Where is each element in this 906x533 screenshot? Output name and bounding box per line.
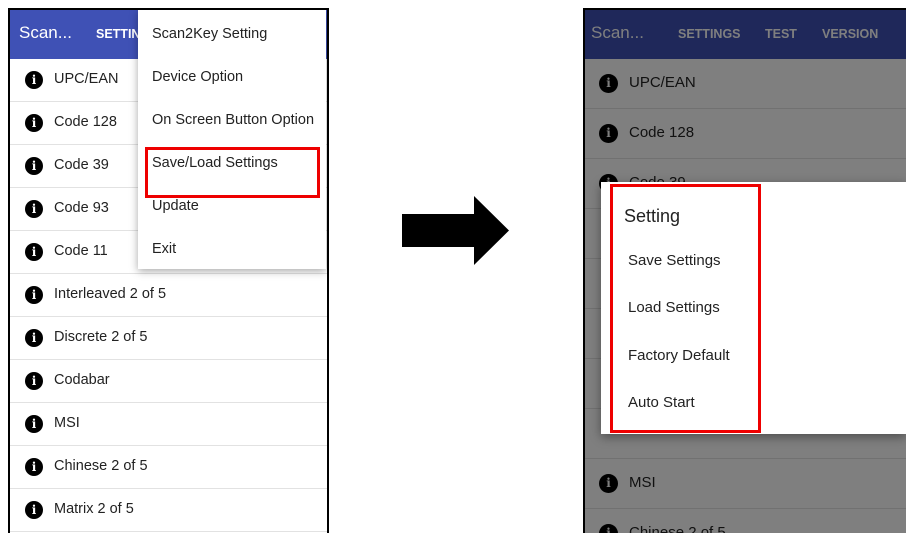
info-icon[interactable]: i (25, 157, 43, 175)
list-item-label: Code 128 (54, 114, 117, 130)
list-item-label: Discrete 2 of 5 (54, 329, 148, 345)
list-item[interactable]: i Chinese 2 of 5 (10, 446, 327, 489)
app-title: Scan... (19, 23, 72, 42)
info-icon[interactable]: i (25, 329, 43, 347)
list-item[interactable]: i Discrete 2 of 5 (10, 317, 327, 360)
menu-item-update[interactable]: Update (152, 198, 199, 214)
list-item-label: Code 11 (54, 243, 108, 259)
info-icon[interactable]: i (25, 200, 43, 218)
info-icon[interactable]: i (25, 415, 43, 433)
list-item[interactable]: i Matrix 2 of 5 (10, 489, 327, 532)
menu-item-device-option[interactable]: Device Option (152, 69, 243, 85)
list-item-label: Interleaved 2 of 5 (54, 286, 167, 302)
right-screen: Scan... SETTINGS TEST VERSION iUPC/EAN i… (583, 8, 906, 533)
list-item-label: MSI (54, 415, 80, 431)
list-item-label: Code 39 (54, 157, 109, 173)
info-icon[interactable]: i (25, 243, 43, 261)
list-item[interactable]: i MSI (10, 403, 327, 446)
list-item-label: Matrix 2 of 5 (54, 501, 134, 517)
info-icon[interactable]: i (25, 501, 43, 519)
highlight-box (145, 147, 320, 198)
info-icon[interactable]: i (25, 372, 43, 390)
highlight-box (610, 184, 761, 433)
tab-settings[interactable]: SETTIN (96, 27, 140, 41)
list-item-label: Code 93 (54, 200, 109, 216)
list-item-label: Codabar (54, 372, 110, 388)
menu-item-exit[interactable]: Exit (152, 241, 176, 257)
list-item[interactable]: i Interleaved 2 of 5 (10, 274, 327, 317)
list-item-label: UPC/EAN (54, 71, 119, 87)
info-icon[interactable]: i (25, 286, 43, 304)
menu-item-on-screen-button-option[interactable]: On Screen Button Option (152, 112, 314, 128)
menu-item-scan2key-setting[interactable]: Scan2Key Setting (152, 26, 267, 42)
right-arrow-icon (402, 196, 509, 265)
info-icon[interactable]: i (25, 114, 43, 132)
info-icon[interactable]: i (25, 71, 43, 89)
list-item-label: Chinese 2 of 5 (54, 458, 148, 474)
info-icon[interactable]: i (25, 458, 43, 476)
overflow-menu: Scan2Key Setting Device Option On Screen… (138, 10, 326, 269)
list-item[interactable]: i Codabar (10, 360, 327, 403)
left-screen: Scan... SETTIN i UPC/EAN i Code 128 i Code … (8, 8, 329, 533)
